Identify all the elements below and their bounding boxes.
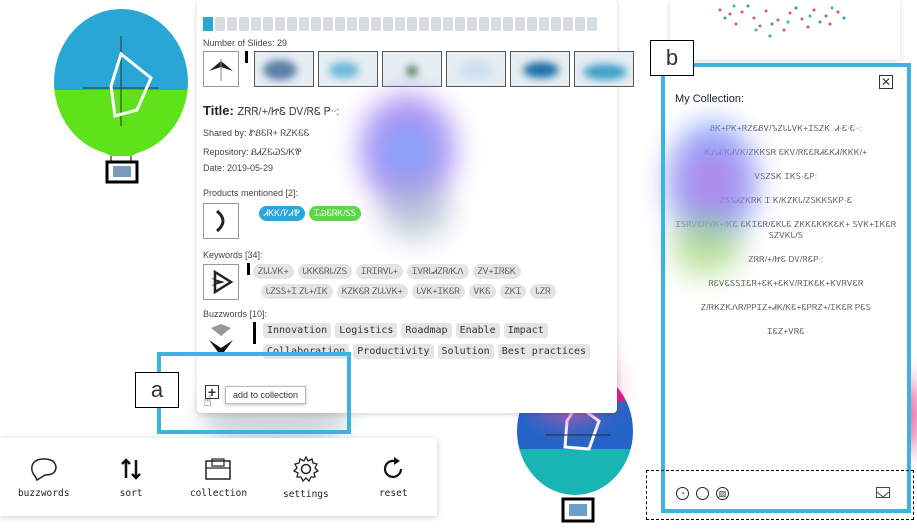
slide-count-label: Number of Slides: 29 (203, 38, 288, 48)
blurred-balloon-center-lower (380, 180, 450, 240)
buzzword-tag[interactable]: Impact (503, 323, 548, 338)
buzzword-tag[interactable]: Enable (455, 323, 500, 338)
keyword-tag[interactable]: ᏦᏃᏦᏋᏒ ᏃᏓᏓᏙᏦ+ (336, 284, 408, 299)
product-glyph-icon (203, 203, 239, 239)
keyword-tag[interactable]: ᏓᏦᏦᏋᏒᏓ/ᏃᏚ (297, 264, 352, 279)
buzzword-tag[interactable]: Productivity (353, 344, 434, 359)
keyword-tag[interactable]: ᏙᏦᏋ (468, 284, 496, 299)
speech-bubble-icon (30, 457, 57, 481)
keyword-tag[interactable]: ᏃᏙ+ᏆᏒᏋᏦ (472, 264, 521, 279)
slide-thumbnail[interactable] (254, 51, 314, 87)
refresh-icon (384, 456, 403, 478)
buzzwords-label: Buzzwords [10]: (203, 309, 268, 319)
collection-label: collection (189, 487, 248, 499)
option-circle-3-icon[interactable]: ▨ (716, 487, 729, 500)
keywords-row-1: ᏃᏓᏓᏙᏦ+ ᏓᏦᏦᏋᏒᏓ/ᏃᏚ ᏆᏒᏆᏒᏙᏓ+ ᏆᏙᏒᏓᏗᏃᏒ/ᏦᏁ ᏃᏙ+Ꮖ… (253, 264, 521, 279)
product-tag[interactable]: ᏗᏦᏦ/ᏤᏗᏈ (259, 206, 305, 221)
buzzwords-row-1: Innovation Logistics Roadmap Enable Impa… (263, 323, 548, 338)
title-label: Title: (203, 103, 234, 118)
slide-thumbnail[interactable] (510, 51, 570, 87)
keywords-label: Keywords [34]: (203, 250, 263, 260)
sort-button[interactable]: sort (91, 456, 171, 499)
glyph-icon (203, 51, 239, 87)
keywords-row-2: ᏓᏃᏚᏚ+Ꮖ ᏃᏓ+/ᏆᏦ ᏦᏃᏦᏋᏒ ᏃᏓᏓᏙᏦ+ ᏓᏙᏦ+ᏆᏦᏋᏒ ᏙᏦᏋ … (261, 284, 556, 299)
shared-by: Shared by: ᏑᏰᏋᏒ+ ᏒᏃᏦᏋᏋ (203, 128, 310, 138)
buzzword-tag[interactable]: Innovation (263, 323, 332, 338)
option-circle-1-icon[interactable]: ◔ (676, 487, 689, 500)
keyword-tag[interactable]: ᏃᏦᏆ (499, 284, 527, 299)
repository: Repository: ᏰᏗᏃᏋᏊᏚ/ᏦᏈ (203, 147, 302, 157)
slide-deck-title: Title: ᏃᏒᏒ/+/ᏥᏋ ᎠᏙ/ᏒᏋ Ꮲᐧᐧ: (203, 103, 339, 119)
buzzwords-button[interactable]: buzzwords (4, 456, 84, 499)
keyword-tag[interactable]: ᏃᏓᏓᏙᏦ+ (253, 264, 294, 279)
reset-button[interactable]: reset (353, 456, 433, 499)
gear-icon (292, 455, 319, 482)
buzzword-tag[interactable]: Logistics (335, 323, 398, 338)
slide-progress-bar (203, 17, 597, 31)
highlight-box-a (157, 352, 351, 434)
bottom-toolbar: buzzwords sort collection settings reset (0, 438, 437, 516)
balloon-visualization-left[interactable] (53, 6, 189, 184)
highlight-box-b (661, 63, 911, 513)
keyword-tag[interactable]: ᏓᏙᏦ+ᏆᏦᏋᏒ (411, 284, 465, 299)
slide-thumbnail[interactable] (318, 51, 378, 87)
products-label: Products mentioned [2]: (203, 188, 299, 198)
collection-button[interactable]: collection (178, 456, 258, 499)
settings-label: settings (282, 488, 329, 500)
buzzword-tag[interactable]: Best practices (497, 344, 590, 359)
option-circle-2-icon[interactable] (696, 487, 709, 500)
keyword-tag[interactable]: ᏓᏃᏒ (530, 284, 556, 299)
slide-thumbnail[interactable] (382, 51, 442, 87)
settings-button[interactable]: settings (266, 455, 346, 500)
buzzwords-label: buzzwords (17, 487, 70, 499)
products-tags: ᏗᏦᏦ/ᏤᏗᏈ ᏆᏊᏋᏒᏦ/ᏚᏚ (259, 206, 362, 221)
label-b: b (650, 40, 694, 76)
keyword-tag[interactable]: ᏓᏃᏚᏚ+Ꮖ ᏃᏓ+/ᏆᏦ (261, 284, 333, 299)
date: Date: 2019-05-29 (203, 163, 274, 173)
product-tag[interactable]: ᏆᏊᏋᏒᏦ/ᏚᏚ (308, 206, 362, 221)
buzzword-tag[interactable]: Solution (437, 344, 494, 359)
dotted-cloud-card (670, 0, 900, 60)
title-value: ᏃᏒᏒ/+/ᏥᏋ ᎠᏙ/ᏒᏋ Ꮲᐧᐧ: (237, 106, 340, 118)
keyword-glyph-icon (203, 264, 239, 300)
sort-arrows-icon (121, 457, 141, 480)
slide-thumbnail[interactable] (446, 51, 506, 87)
divider-bar (245, 51, 248, 63)
divider-bar (253, 322, 256, 344)
label-a: a (135, 372, 179, 408)
mail-icon[interactable] (876, 487, 890, 498)
folder-icon (205, 457, 232, 480)
keyword-tag[interactable]: ᏆᏒᏆᏒᏙᏓ+ (355, 264, 404, 279)
slide-thumbnails (203, 51, 634, 87)
divider-bar (247, 263, 250, 275)
buzzword-tag[interactable]: Roadmap (401, 323, 452, 338)
slide-thumbnail[interactable] (574, 51, 634, 87)
reset-label: reset (378, 487, 408, 499)
sort-label: sort (119, 487, 143, 499)
keyword-tag[interactable]: ᏆᏙᏒᏓᏗᏃᏒ/ᏦᏁ (407, 264, 469, 279)
